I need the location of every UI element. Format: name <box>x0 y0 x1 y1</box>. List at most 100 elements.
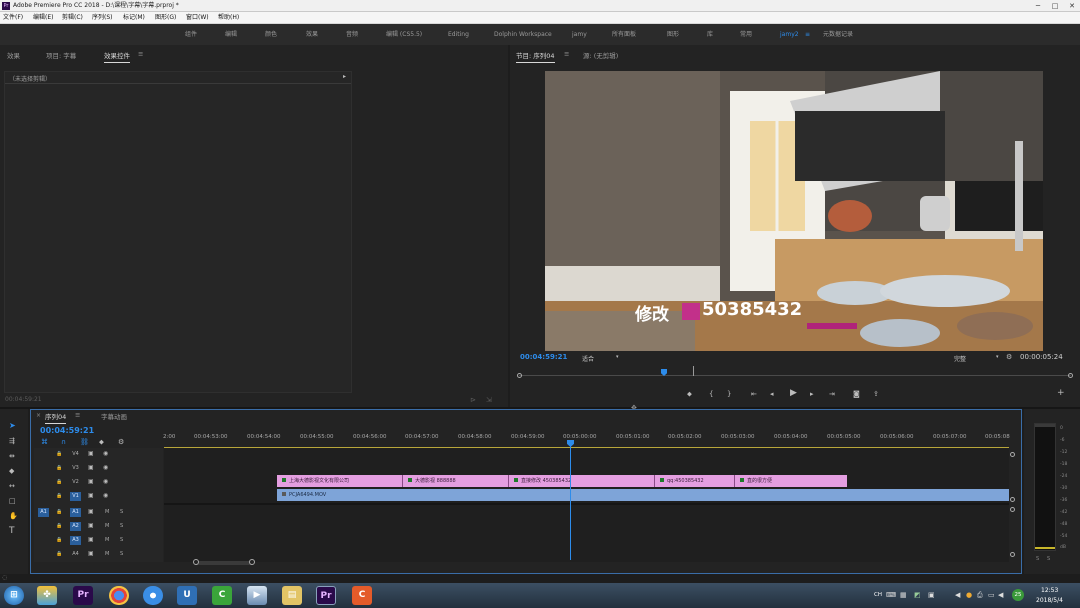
slip-tool-icon[interactable]: ↔ <box>9 482 15 490</box>
in-handle[interactable] <box>517 373 522 378</box>
lock-icon[interactable]: 🔒 <box>56 536 62 544</box>
browser-icon[interactable] <box>143 586 163 605</box>
nvidia-icon[interactable]: ◩ <box>914 591 921 599</box>
v2-clip[interactable]: 直接修改 450385432 <box>509 475 655 487</box>
premiere-active-icon[interactable]: Pr <box>316 586 336 605</box>
tab-menu-icon[interactable]: ≡ <box>75 411 80 419</box>
tab-source[interactable]: 源: (无剪辑) <box>583 50 618 60</box>
mark-in-icon[interactable]: { <box>709 390 713 398</box>
sync-lock-icon[interactable]: ▣ <box>88 508 94 516</box>
workspace-tab[interactable]: 组件 <box>185 24 197 45</box>
workspace-tab[interactable]: 编辑 (CS5.5) <box>386 24 422 45</box>
windows-start-icon[interactable]: ⊞ <box>4 586 24 605</box>
workspace-menu-icon[interactable]: ≡ <box>805 24 810 45</box>
track-lanes[interactable] <box>164 448 1009 562</box>
track-label[interactable]: V3 <box>70 464 81 473</box>
menu-help[interactable]: 帮助(H) <box>218 12 239 24</box>
track-label[interactable]: A4 <box>70 550 81 559</box>
scroll-handle[interactable] <box>1010 497 1015 502</box>
tab-sequence04[interactable]: 序列04 <box>45 411 67 424</box>
tab-project[interactable]: 项目: 字幕 <box>46 50 76 60</box>
pen-tool-icon[interactable]: □ <box>9 497 16 505</box>
eye-icon[interactable]: ◉ <box>103 492 108 500</box>
triangle-right-icon[interactable]: ▸ <box>343 73 346 81</box>
workspace-tab[interactable]: 库 <box>707 24 713 45</box>
lock-icon[interactable]: 🔒 <box>56 478 62 486</box>
tab-effects[interactable]: 效果 <box>7 50 20 60</box>
marker-icon[interactable]: ⬥ <box>687 390 692 398</box>
workspace-tab-active[interactable]: jamy2 <box>780 24 799 45</box>
film-icon[interactable]: ▣ <box>88 450 94 458</box>
add-marker-icon[interactable]: ⬥ <box>99 438 104 446</box>
solo-button[interactable]: S <box>120 537 123 543</box>
lock-icon[interactable]: 🔒 <box>56 492 62 500</box>
linked-selection-icon[interactable]: ⛓ <box>80 438 89 446</box>
menu-file[interactable]: 文件(F) <box>3 12 23 24</box>
lock-icon[interactable]: 🔒 <box>56 522 62 530</box>
ripple-edit-tool-icon[interactable]: ⇹ <box>9 452 15 460</box>
track-label[interactable]: V1 <box>70 492 81 501</box>
film-icon[interactable]: ▣ <box>88 464 94 472</box>
mute-button[interactable]: M <box>105 551 109 557</box>
step-forward-icon[interactable]: ▸ <box>810 390 814 398</box>
clock-time[interactable]: 12:53 <box>1041 587 1058 594</box>
hand-tool-icon[interactable]: ✋ <box>9 512 18 520</box>
lock-icon[interactable]: 🔒 <box>56 550 62 558</box>
v2-clip[interactable]: 上海大德影视文化有限公司 <box>277 475 403 487</box>
zoom-handle-right[interactable] <box>249 559 255 565</box>
ime-indicator[interactable]: CH <box>874 592 882 598</box>
premiere-icon[interactable]: Pr <box>73 586 93 605</box>
eye-icon[interactable]: ◉ <box>103 450 108 458</box>
mark-out-icon[interactable]: } <box>727 390 731 398</box>
eye-icon[interactable]: ◉ <box>103 464 108 472</box>
menu-graphics[interactable]: 图形(G) <box>155 12 176 24</box>
zoom-scrollbar[interactable] <box>195 561 253 565</box>
selection-tool-icon[interactable]: ➤ <box>9 422 16 430</box>
meter-solo-button[interactable]: S <box>1047 556 1050 562</box>
pinwheel-icon[interactable]: ✤ <box>37 586 57 605</box>
export-icon[interactable]: ⇲ <box>486 396 492 404</box>
step-back-icon[interactable]: ◂ <box>770 390 774 398</box>
maxthon-icon[interactable]: U <box>177 586 197 605</box>
add-button[interactable]: + <box>1057 389 1065 398</box>
fit-dropdown[interactable]: 适合 <box>582 354 594 363</box>
eye-icon[interactable]: ◉ <box>103 478 108 486</box>
filter-icon[interactable]: ⊳ <box>470 396 476 404</box>
wrench-icon[interactable]: ⚙ <box>1006 353 1012 361</box>
menu-window[interactable]: 窗口(W) <box>186 12 209 24</box>
v2-clip[interactable]: 大德影视 888888 <box>403 475 509 487</box>
scroll-handle[interactable] <box>1010 452 1015 457</box>
recorder-icon[interactable]: C <box>352 586 372 605</box>
mute-button[interactable]: M <box>105 537 109 543</box>
source-patch[interactable]: A1 <box>38 508 49 517</box>
out-handle[interactable] <box>1068 373 1073 378</box>
workspace-tab[interactable]: Dolphin Workspace <box>494 24 552 45</box>
sync-lock-icon[interactable]: ▣ <box>88 522 94 530</box>
workspace-tab[interactable]: 常用 <box>740 24 752 45</box>
tray-icon[interactable]: ▣ <box>928 591 935 599</box>
workspace-tab[interactable]: 编辑 <box>225 24 237 45</box>
tray-icon[interactable]: ▦ <box>900 591 907 599</box>
tab-menu-icon[interactable]: ≡ <box>564 50 569 58</box>
go-to-out-icon[interactable]: ⇥ <box>829 390 835 398</box>
mute-button[interactable]: M <box>105 509 109 515</box>
lock-icon[interactable]: 🔒 <box>56 464 62 472</box>
sync-lock-icon[interactable]: ▣ <box>88 550 94 558</box>
tab-program[interactable]: 节目: 序列04 <box>516 50 555 63</box>
network-icon[interactable]: ▭ <box>988 591 995 599</box>
camtasia-icon[interactable]: C <box>212 586 232 605</box>
usb-icon[interactable]: ⎙ <box>977 591 983 599</box>
folder-icon[interactable]: ▤ <box>282 586 302 605</box>
minimize-button[interactable]: ─ <box>1030 0 1046 12</box>
track-label[interactable]: A2 <box>70 522 81 531</box>
chevron-down-icon[interactable]: ▾ <box>616 353 619 361</box>
chevron-down-icon[interactable]: ▾ <box>996 353 999 361</box>
notification-badge[interactable]: 25 <box>1012 589 1024 601</box>
maximize-button[interactable]: □ <box>1047 0 1063 12</box>
zoom-handle-left[interactable] <box>193 559 199 565</box>
scroll-handle[interactable] <box>1010 507 1015 512</box>
track-label[interactable]: A3 <box>70 536 81 545</box>
solo-button[interactable]: S <box>120 523 123 529</box>
tab-menu-icon[interactable]: ≡ <box>138 50 143 58</box>
clock-date[interactable]: 2018/5/4 <box>1036 597 1063 604</box>
